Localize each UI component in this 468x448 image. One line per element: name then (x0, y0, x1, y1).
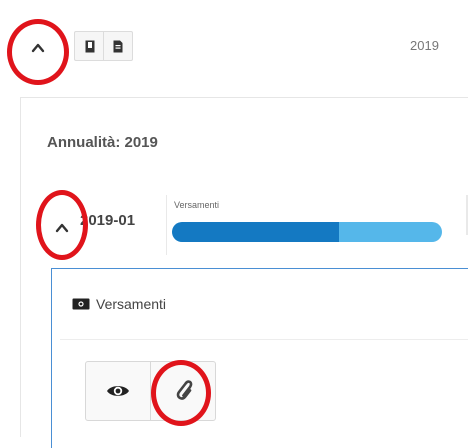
panel-title: Annualità: 2019 (47, 134, 158, 151)
book-icon (85, 40, 94, 52)
divider (60, 339, 468, 340)
versamenti-progress-bar (172, 222, 442, 242)
document-button[interactable] (103, 31, 133, 61)
progress-caption: Versamenti (174, 200, 220, 210)
paperclip-icon (176, 380, 193, 400)
collapse-year-toggle[interactable] (16, 26, 60, 70)
action-button-group (85, 361, 216, 421)
collapse-period-toggle[interactable] (42, 208, 82, 248)
view-button[interactable] (86, 362, 150, 420)
attachment-button[interactable] (150, 362, 215, 420)
eye-icon (107, 386, 129, 396)
period-label: 2019-01 (80, 212, 136, 229)
document-icon (113, 40, 123, 52)
book-button[interactable] (74, 31, 104, 61)
chevron-up-icon (31, 43, 45, 53)
section-header: Versamenti (72, 296, 166, 312)
section-title: Versamenti (96, 296, 167, 312)
progress-fill (172, 222, 340, 242)
versamenti-card (51, 268, 468, 448)
money-icon (72, 298, 90, 310)
chevron-up-icon (55, 223, 69, 233)
year-label: 2019 (410, 38, 439, 53)
divider (166, 195, 167, 255)
